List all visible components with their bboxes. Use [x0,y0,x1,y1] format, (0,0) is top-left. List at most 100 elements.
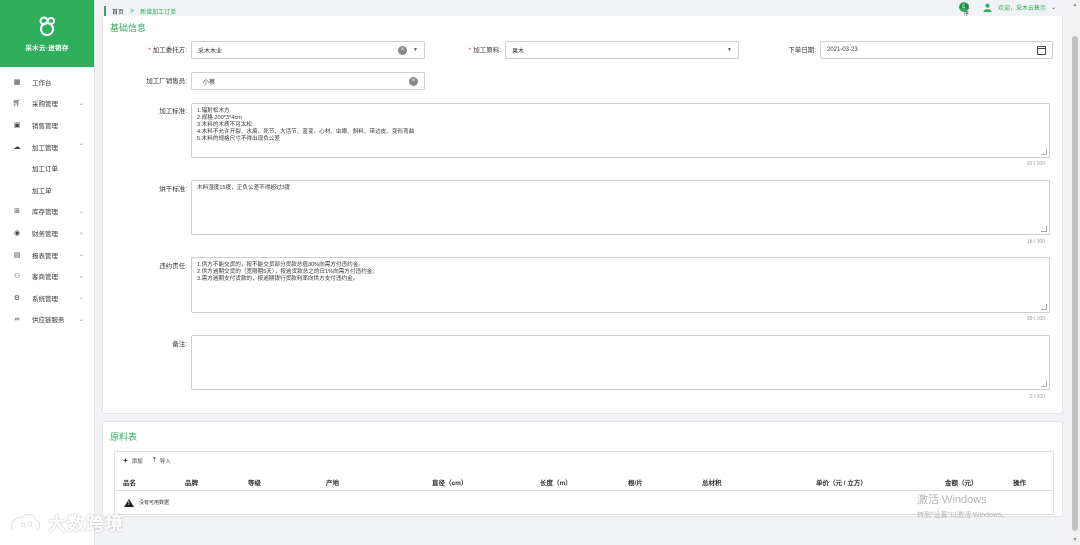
warning-icon [124,498,134,507]
materials-table-header: 品名 品牌 等级 产地 直径（cm） 长度（m） 根/片 总材积 单价（元 / … [114,469,1054,491]
page-scrollbar[interactable]: ▲ ▼ [1070,0,1080,545]
sidebar-item-processing-orders[interactable]: 加工订单 [0,157,94,179]
resize-handle[interactable] [1041,304,1047,310]
order-date-input[interactable]: 2021-03-23 [820,41,1053,59]
customers-icon: ⚇ [13,273,21,281]
basic-info-panel: 基础信息 * 加工委托方: 采木木业 × ▼ * 加工原料: 果木 ▼ 下单日期: … [102,16,1063,414]
sales-label: 加工厂销售员: [146,78,187,85]
breach-counter: 99 / 100 [1026,316,1045,322]
scroll-thumb[interactable] [1072,36,1078,531]
sidebar-item-supply-chain[interactable]: ∞ 供应链服务 ⌄ [0,309,94,331]
drying-textarea[interactable]: 木料湿度15度，正负公差不得超过3度 [191,180,1050,235]
col-name: 品名 [123,480,136,487]
leaf-logo-icon [36,15,58,37]
col-brand: 品牌 [185,480,198,487]
caret-down-icon: ▼ [727,47,732,53]
material-label: * 加工原料: [468,47,501,54]
sidebar-item-processing-sheets[interactable]: 加工单 [0,179,94,201]
breadcrumb-home[interactable]: 首页 [112,7,124,16]
welcome-user[interactable]: 欢迎，采木云售示 [998,3,1046,12]
materials-toolbar: + 添加 ⤒ 导入 [114,451,1054,469]
calendar-icon[interactable] [1037,46,1046,55]
col-length: 长度（m） [540,480,572,487]
cart-icon: 🛒︎ [12,100,22,108]
breach-textarea[interactable]: 1.供方不能交货的，按不能交货部分货款总值30%向需方付违约金。 2.供方逾期交… [191,257,1050,313]
sidebar-item-inventory[interactable]: ⊞ 库存管理 ⌄ [0,201,94,223]
breadcrumb-current: 新增加工订单 [140,9,177,16]
salesperson-select[interactable]: 小蔡 × [191,72,425,90]
chevron-down-icon[interactable]: ⌄ [1051,4,1056,11]
link-icon: ∞ [14,315,20,323]
col-diameter: 直径（cm） [432,480,468,487]
sidebar-item-sales[interactable]: ▣ 销售管理 [0,114,94,136]
windows-activation-watermark: 激活 Windows 转到"设置"以激活 Windows。 [917,494,1009,519]
caret-down-icon: ▼ [413,47,418,53]
client-select[interactable]: 采木木业 × ▼ [191,41,425,59]
sales-icon: ▣ [13,121,21,129]
chevron-down-icon: ⌄ [78,295,84,302]
report-icon: ▤ [13,251,21,259]
materials-empty-row: 没有可用数据 [114,491,1054,515]
breadcrumb-separator: > [130,7,135,15]
drying-label: 烘干标准: [159,186,187,193]
remark-textarea[interactable] [191,335,1050,390]
chevron-down-icon: ⌄ [78,316,84,323]
breadcrumb-marker [104,6,106,16]
chevron-up-icon: ⌃ [78,144,84,151]
upload-icon: ⤒ [152,456,156,464]
settings-icon: ⚙ [13,294,21,302]
resize-handle[interactable] [1041,226,1047,232]
warehouse-icon: ⊞ [14,208,20,216]
scroll-up-icon[interactable]: ▲ [1072,2,1078,8]
finance-icon: ◉ [13,229,21,237]
col-actions: 操作 [1013,480,1026,487]
col-origin: 产地 [326,480,339,487]
add-row-button[interactable]: + 添加 [123,456,143,465]
sidebar: 采木云·进销存 ▦ 工作台 🛒︎ 采购管理 ⌄ ▣ 销售管理 ☁ 加工管理 ⌃ 加工订单 加… [0,0,95,545]
resize-handle[interactable] [1041,381,1047,387]
material-select[interactable]: 果木 ▼ [505,41,739,59]
chevron-down-icon: ⌄ [78,230,84,237]
date-label: 下单日期: [788,47,816,54]
brand-watermark: 大数跨境 [8,510,124,536]
remark-counter: 0 / 100 [1029,394,1045,400]
standard-counter: 93 / 100 [1026,161,1045,167]
drying-counter: 18 / 100 [1026,239,1045,245]
sidebar-item-finance[interactable]: ◉ 财务管理 ⌄ [0,222,94,244]
chevron-down-icon: ⌄ [78,208,84,215]
dashboard-icon: ▦ [13,78,21,86]
sidebar-item-dashboard[interactable]: ▦ 工作台 [0,71,94,93]
col-amount: 金额（元） [945,480,978,487]
col-pieces: 根/片 [628,480,643,487]
remark-label: 备注: [172,341,187,348]
user-area: ♻ 小程序 欢迎，采木云售示 ⌄ [958,2,1056,17]
clear-icon[interactable]: × [398,46,407,55]
plus-icon: + [123,456,128,465]
sidebar-item-processing[interactable]: ☁ 加工管理 ⌃ [0,136,94,158]
import-button[interactable]: ⤒ 导入 [153,457,171,465]
col-volume: 总材积 [702,480,722,487]
chevron-down-icon: ⌄ [78,100,84,107]
col-grade: 等级 [248,480,261,487]
standard-textarea[interactable]: 1.辐射松木方 2.规格 200*3*4cm 3.木料的木质不可太松 4.木料不… [191,103,1050,158]
scroll-down-icon[interactable]: ▼ [1072,537,1078,543]
mini-app-button[interactable]: ♻ 小程序 [958,2,969,17]
sidebar-item-purchase[interactable]: 🛒︎ 采购管理 ⌄ [0,93,94,115]
sidebar-item-reports[interactable]: ▤ 报表管理 ⌄ [0,244,94,266]
brand-name: 采木云·进销存 [25,45,69,52]
chevron-down-icon: ⌄ [78,252,84,259]
cloud-icon: ☁ [13,143,21,151]
chevron-down-icon: ⌄ [78,273,84,280]
brand-logo[interactable]: 采木云·进销存 [0,0,94,67]
basic-info-title: 基础信息 [110,23,147,33]
materials-title: 原料表 [110,432,138,442]
breach-label: 违约责任: [159,263,187,270]
brand-watermark-icon [10,513,41,532]
col-unit-price: 单价（元 / 立方） [816,480,867,487]
sidebar-nav: ▦ 工作台 🛒︎ 采购管理 ⌄ ▣ 销售管理 ☁ 加工管理 ⌃ 加工订单 加工单 ⊞ 库存管理… [0,67,94,330]
resize-handle[interactable] [1041,149,1047,155]
sidebar-item-system[interactable]: ⚙ 系统管理 ⌄ [0,287,94,309]
clear-icon[interactable]: × [409,77,418,86]
user-icon [983,3,992,12]
sidebar-item-customers[interactable]: ⚇ 客商管理 ⌄ [0,265,94,287]
